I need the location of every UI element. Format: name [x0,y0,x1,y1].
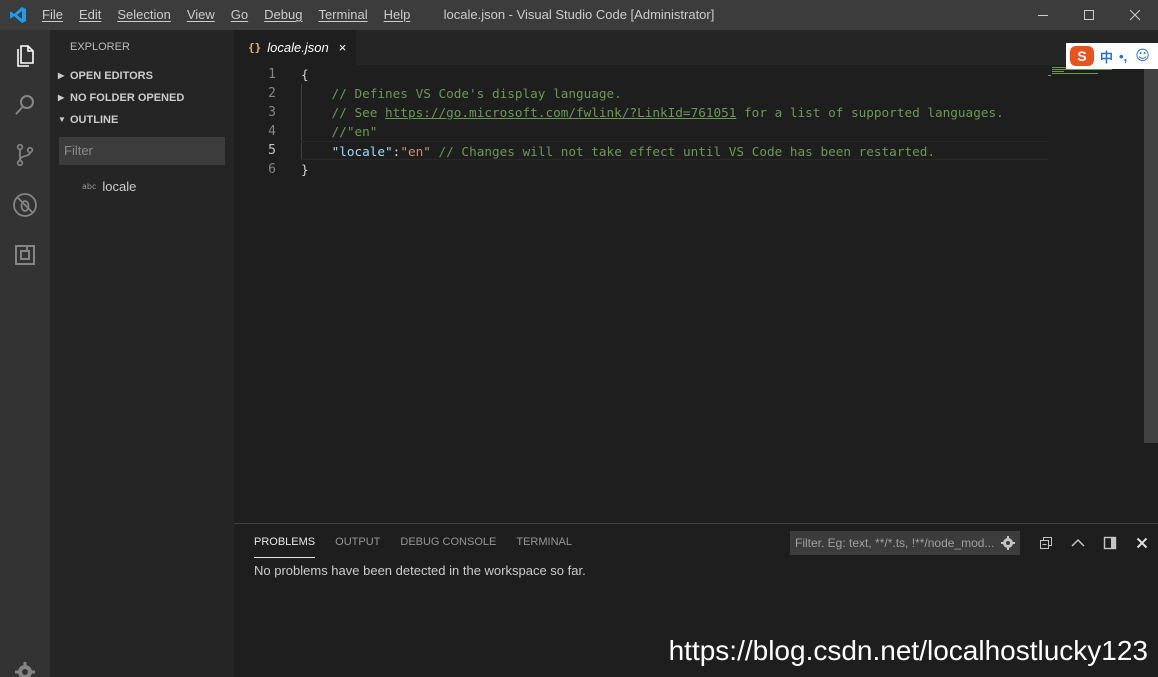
line-number: 1 [268,67,276,82]
line-number: 4 [268,124,276,139]
tab-problems[interactable]: PROBLEMS [254,536,316,558]
section-no-folder[interactable]: ▶ NO FOLDER OPENED [50,87,234,109]
tab-locale-json[interactable]: {} locale.json × [234,30,356,65]
chevron-right-icon: ▶ [58,93,65,102]
chevron-right-icon: ▶ [58,71,65,80]
chevron-up-icon[interactable] [1062,532,1094,554]
menu-terminal[interactable]: Terminal [310,0,375,30]
menu-edit[interactable]: Edit [71,0,109,30]
filter-settings-icon[interactable] [1000,535,1016,555]
panel-tabs: PROBLEMS OUTPUT DEBUG CONSOLE TERMINAL [254,536,592,558]
line-number: 2 [268,86,276,101]
activity-bar [0,30,50,677]
explorer-sidebar: EXPLORER ▶ OPEN EDITORS ▶ NO FOLDER OPEN… [50,30,234,677]
vscode-logo-icon [0,0,36,30]
code-line: // Defines VS Code's display language. [301,86,622,101]
menu-go[interactable]: Go [223,0,256,30]
json-value: "en" [400,144,431,159]
outline-filter-input[interactable]: Filter [59,137,225,165]
gear-icon[interactable] [0,647,50,677]
vertical-scrollbar[interactable] [1144,65,1158,443]
tab-label: locale.json [267,40,329,55]
close-panel-icon[interactable] [1126,532,1158,554]
ime-toolbar[interactable]: S 中 •, ☺ [1066,43,1158,69]
editor-tab-bar: {} locale.json × [234,30,1158,65]
debug-icon[interactable] [0,180,50,230]
ime-punctuation-toggle[interactable]: •, [1119,49,1127,64]
panel-layout-icon[interactable] [1094,532,1126,554]
files-icon[interactable] [0,30,50,80]
minimize-icon[interactable] [1020,0,1066,30]
maximize-icon[interactable] [1066,0,1112,30]
json-key: "locale" [331,144,393,159]
section-label: NO FOLDER OPENED [70,92,185,104]
code-content[interactable]: { // Defines VS Code's display language.… [301,65,1158,179]
ime-language-toggle[interactable]: 中 [1100,47,1113,66]
code-line: } [301,162,309,177]
filter-placeholder: Filter. Eg: text, **/*.ts, !**/node_mod.… [795,536,995,550]
menu-view[interactable]: View [179,0,223,30]
sidebar-title: EXPLORER [70,41,130,53]
line-number: 6 [268,162,276,177]
tab-terminal[interactable]: TERMINAL [516,536,572,558]
outline-item-locale[interactable]: abc locale [50,175,234,197]
section-label: OPEN EDITORS [70,70,153,82]
menu-debug[interactable]: Debug [256,0,310,30]
ime-logo-icon: S [1070,46,1094,66]
tab-output[interactable]: OUTPUT [335,536,380,558]
code-line: //"en" [301,124,378,139]
comment-text: // See [301,105,386,120]
search-icon[interactable] [0,80,50,130]
section-outline[interactable]: ▼ OUTLINE [50,109,234,131]
menu-bar: File Edit Selection View Go Debug Termin… [36,0,418,30]
chevron-down-icon: ▼ [58,115,66,124]
section-label: OUTLINE [70,114,119,126]
menu-file[interactable]: File [36,0,71,30]
line-number: 3 [268,105,276,120]
problems-filter-input[interactable]: Filter. Eg: text, **/*.ts, !**/node_mod.… [790,531,1020,555]
json-file-icon: {} [248,41,262,54]
ime-emoji-icon[interactable]: ☺ [1135,48,1150,64]
code-line: { [301,67,309,82]
panel-actions [1030,532,1158,554]
code-line-current: "locale":"en" // Changes will not take e… [301,141,1048,160]
watermark-text: https://blog.csdn.net/localhostlucky123 [668,635,1148,666]
section-open-editors[interactable]: ▶ OPEN EDITORS [50,65,234,87]
close-tab-icon[interactable]: × [339,40,347,55]
title-bar: File Edit Selection View Go Debug Termin… [0,0,1158,30]
comment-text: for a list of supported languages. [736,105,1004,120]
menu-selection[interactable]: Selection [109,0,178,30]
outline-item-label: locale [102,178,137,194]
problems-message: No problems have been detected in the wo… [254,563,586,578]
code-editor[interactable]: 1 2 3 4 5 6 { // Defines VS Code's displ… [234,65,1158,523]
source-control-icon[interactable] [0,130,50,180]
code-line: // See https://go.microsoft.com/fwlink/?… [301,103,1158,122]
collapse-all-icon[interactable] [1030,532,1062,554]
line-number-gutter: 1 2 3 4 5 6 [234,65,286,179]
menu-help[interactable]: Help [376,0,419,30]
window-controls [1020,0,1158,30]
close-icon[interactable] [1112,0,1158,30]
extensions-icon[interactable] [0,230,50,280]
code-link[interactable]: https://go.microsoft.com/fwlink/?LinkId=… [385,105,736,120]
string-symbol-icon: abc [82,181,97,191]
line-number-active: 5 [268,143,276,158]
tab-debug-console[interactable]: DEBUG CONSOLE [400,536,496,558]
comment-text: // Changes will not take effect until VS… [430,144,936,159]
